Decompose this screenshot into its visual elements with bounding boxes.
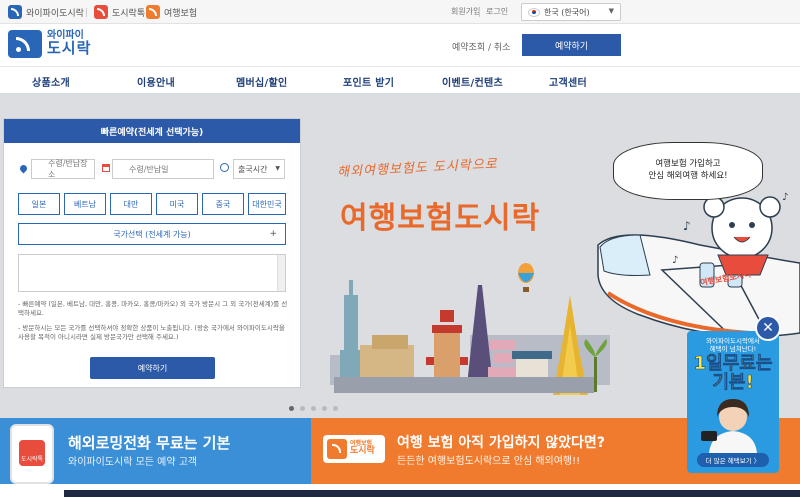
logo-big-text: 도시락 bbox=[47, 39, 92, 58]
slide-dot[interactable] bbox=[311, 406, 316, 411]
nav-item-membership[interactable]: 멤버십/할인 bbox=[236, 74, 287, 89]
svg-text:♪: ♪ bbox=[672, 255, 678, 266]
language-select[interactable]: 한국 (한국어) ▼ bbox=[521, 3, 621, 21]
dosirak-talk-app-icon: 도시락톡 bbox=[19, 440, 45, 466]
wifi-logo-icon bbox=[327, 439, 347, 459]
hero-banner: ♪ ♪ ♪ 여행보험도시락 해외여행보험도 도시락으로 여행보험도시락 여행보험… bbox=[0, 95, 800, 418]
wifi-logo-icon bbox=[8, 30, 42, 58]
language-label: 한국 (한국어) bbox=[544, 7, 590, 17]
slide-dot[interactable] bbox=[289, 406, 294, 411]
roaming-banner-subtitle: 와이파이도시락 모든 예약 고객 bbox=[68, 457, 198, 468]
insurance-logo-big: 도시락 bbox=[350, 446, 375, 457]
country-taiwan-button[interactable]: 대만 bbox=[110, 193, 152, 215]
promo-big-2: 기본! bbox=[712, 371, 754, 393]
phone-illustration: 도시락톡 bbox=[10, 424, 54, 484]
bubble-line-2: 안심 해외여행 하세요! bbox=[648, 171, 728, 181]
chevron-down-icon: ▼ bbox=[275, 165, 280, 172]
wifi-dosirak-icon bbox=[8, 5, 22, 19]
calendar-icon bbox=[102, 164, 110, 172]
side-promo-banner[interactable]: 와이파이도시락에서 혜택이 넘쳐난다! 1일무료는 기본! 더 많은 혜택보기 … bbox=[687, 331, 779, 473]
nav-item-guide[interactable]: 이용안내 bbox=[137, 74, 175, 89]
nav-item-products[interactable]: 상품소개 bbox=[32, 74, 70, 89]
country-korea-button[interactable]: 대한민국 bbox=[248, 193, 286, 215]
roaming-banner-title: 해외로밍전화 무료는 기본 bbox=[68, 434, 231, 452]
logo[interactable]: 와이파이 도시락 bbox=[8, 30, 91, 58]
signup-link[interactable]: 회원가입 bbox=[451, 6, 480, 17]
app-label: 도시락톡 bbox=[20, 456, 44, 463]
scrollbar[interactable] bbox=[277, 255, 285, 291]
site-link-label: 여행보험 bbox=[164, 8, 198, 19]
date-field[interactable]: 수령/반납일 bbox=[112, 159, 214, 179]
site-link-insurance[interactable]: 여행보험 bbox=[146, 4, 197, 20]
hero-title: 여행보험도시락 bbox=[340, 201, 541, 236]
departure-time-select[interactable]: 출국시간 ▼ bbox=[233, 159, 285, 179]
close-icon[interactable]: ✕ bbox=[755, 315, 781, 341]
svg-text:♪: ♪ bbox=[782, 192, 788, 203]
country-select-dropdown[interactable]: 국가선택 (전세계 가능) + bbox=[18, 223, 286, 245]
travel-insurance-icon bbox=[146, 5, 160, 19]
main-nav: 상품소개 이용안내 멤버십/할인 포인트 받기 이벤트/컨텐츠 고객센터 bbox=[0, 66, 800, 95]
slide-dot[interactable] bbox=[322, 406, 327, 411]
quick-booking-title: 빠른예약(전세계 선택가능) bbox=[4, 119, 300, 143]
country-china-button[interactable]: 중국 bbox=[202, 193, 244, 215]
pickup-location-field[interactable]: 수령/반납장소 bbox=[31, 159, 95, 179]
footer-bar bbox=[64, 490, 800, 497]
country-select-label: 국가선택 (전세계 가능) bbox=[113, 229, 191, 239]
speech-bubble: 여행보험 가입하고 안심 해외여행 하세요! bbox=[613, 142, 763, 200]
booking-note-1: - 빠른예약 (일본, 베트남, 대만, 홍콩, 마카오, 홍콩/마카오) 외 … bbox=[18, 300, 288, 318]
korea-flag-icon bbox=[528, 7, 540, 17]
nav-item-support[interactable]: 고객센터 bbox=[549, 74, 587, 89]
roaming-call-banner[interactable]: 도시락톡 해외로밍전화 무료는 기본 와이파이도시락 모든 예약 고객 bbox=[0, 418, 311, 484]
reservation-lookup-link[interactable]: 예약조회 / 취소 bbox=[452, 40, 510, 53]
booking-note-2: - 방문하시는 모든 국가를 선택하셔야 정확한 상품이 노출됩니다. (왕송 … bbox=[18, 324, 285, 342]
site-link-wifi[interactable]: 와이파이도시락 bbox=[8, 4, 84, 20]
quick-booking-panel: 빠른예약(전세계 선택가능) 수령/반납장소 수령/반납일 출국시간 ▼ 일본 … bbox=[3, 118, 301, 388]
svg-text:♪: ♪ bbox=[683, 219, 691, 233]
login-link[interactable]: 로그인 bbox=[486, 6, 508, 17]
departure-time-label: 출국시간 bbox=[238, 164, 268, 174]
country-usa-button[interactable]: 미국 bbox=[156, 193, 198, 215]
selected-countries-box[interactable] bbox=[18, 254, 286, 292]
insurance-banner-subtitle: 든든한 여행보험도시락으로 안심 해외여행!! bbox=[397, 456, 581, 467]
site-link-label: 와이파이도시락 bbox=[26, 8, 84, 19]
site-link-talk[interactable]: 도시락톡 bbox=[94, 4, 145, 20]
reserve-button[interactable]: 예약하기 bbox=[522, 34, 621, 56]
bubble-line-1: 여행보험 가입하고 bbox=[655, 159, 721, 170]
slide-indicators bbox=[289, 406, 344, 411]
top-bar: 와이파이도시락 도시락톡 여행보험 회원가입 로그인 한국 (한국어) ▼ bbox=[0, 0, 800, 24]
promo-more-benefits-button[interactable]: 더 많은 혜택보기 〉 bbox=[697, 453, 769, 467]
site-link-label: 도시락톡 bbox=[112, 8, 146, 19]
plus-icon: + bbox=[269, 229, 277, 239]
clock-icon bbox=[220, 163, 229, 172]
chevron-down-icon: ▼ bbox=[608, 7, 614, 15]
slide-dot[interactable] bbox=[300, 406, 305, 411]
country-japan-button[interactable]: 일본 bbox=[18, 193, 60, 215]
slide-dot[interactable] bbox=[333, 406, 338, 411]
nav-item-events[interactable]: 이벤트/컨텐츠 bbox=[442, 74, 503, 89]
location-pin-icon bbox=[18, 163, 29, 174]
country-vietnam-button[interactable]: 베트남 bbox=[64, 193, 106, 215]
dosirak-talk-icon bbox=[94, 5, 108, 19]
insurance-banner-title: 여행 보험 아직 가입하지 않았다면? bbox=[397, 435, 605, 451]
quick-reserve-button[interactable]: 예약하기 bbox=[90, 357, 215, 379]
header: 와이파이 도시락 예약조회 / 취소 예약하기 bbox=[0, 24, 800, 66]
nav-item-points[interactable]: 포인트 받기 bbox=[343, 74, 394, 89]
insurance-logo: 여행보험 도시락 bbox=[323, 435, 385, 463]
promo-model-illustration bbox=[701, 399, 757, 453]
